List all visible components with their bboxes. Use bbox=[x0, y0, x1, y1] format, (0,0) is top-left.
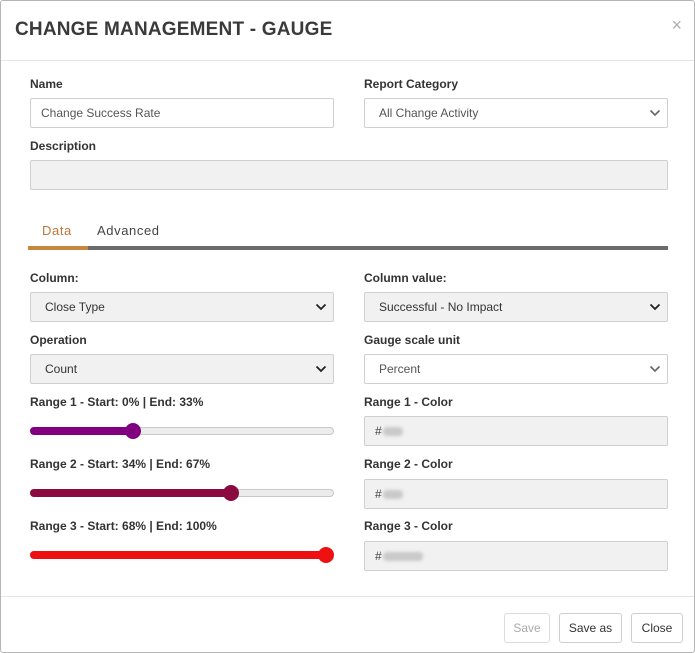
dialog-footer: Save Save as Close bbox=[1, 596, 694, 653]
gauge-scale-unit-label: Gauge scale unit bbox=[364, 333, 461, 347]
tab-active-indicator bbox=[28, 246, 88, 250]
report-category-label: Report Category bbox=[364, 77, 459, 91]
tab-bar: Data Advanced bbox=[28, 213, 668, 251]
tab-advanced[interactable]: Advanced bbox=[97, 223, 160, 238]
chevron-down-icon bbox=[649, 302, 661, 312]
operation-label: Operation bbox=[30, 333, 87, 347]
column-select[interactable]: Close Type bbox=[30, 292, 334, 322]
range-3-slider[interactable] bbox=[30, 545, 334, 565]
column-label: Column: bbox=[30, 271, 79, 285]
range-1-slider[interactable] bbox=[30, 421, 334, 441]
tab-divider bbox=[28, 246, 668, 250]
dialog-header: CHANGE MANAGEMENT - GAUGE × bbox=[1, 1, 694, 61]
name-label: Name bbox=[30, 77, 63, 91]
report-category-value: All Change Activity bbox=[379, 106, 479, 120]
slider-fill bbox=[30, 427, 136, 435]
redacted-value bbox=[382, 427, 403, 437]
range-2-label: Range 2 - Start: 34% | End: 67% bbox=[30, 457, 211, 471]
gauge-dialog: CHANGE MANAGEMENT - GAUGE × Name Change … bbox=[0, 0, 695, 653]
close-button[interactable]: Close bbox=[631, 613, 683, 643]
description-label: Description bbox=[30, 139, 97, 153]
close-icon[interactable]: × bbox=[671, 15, 682, 35]
redacted-value bbox=[382, 552, 423, 562]
slider-fill bbox=[30, 489, 233, 497]
chevron-down-icon bbox=[315, 302, 327, 312]
slider-fill bbox=[30, 551, 328, 559]
gauge-scale-unit-select[interactable]: Percent bbox=[364, 354, 668, 384]
operation-value: Count bbox=[45, 362, 78, 376]
range-1-color-hash: # bbox=[375, 424, 382, 438]
chevron-down-icon bbox=[649, 364, 661, 374]
chevron-down-icon bbox=[315, 364, 327, 374]
slider-thumb[interactable] bbox=[125, 423, 142, 439]
name-input[interactable]: Change Success Rate bbox=[30, 98, 334, 128]
range-2-color-label: Range 2 - Color bbox=[364, 457, 453, 471]
operation-select[interactable]: Count bbox=[30, 354, 334, 384]
column-value-select[interactable]: Successful - No Impact bbox=[364, 292, 668, 322]
dialog-title: CHANGE MANAGEMENT - GAUGE bbox=[15, 19, 333, 40]
save-as-button[interactable]: Save as bbox=[559, 613, 622, 643]
redacted-value bbox=[382, 490, 403, 500]
slider-thumb[interactable] bbox=[222, 485, 239, 501]
range-2-color-input[interactable]: # bbox=[364, 479, 668, 509]
column-value-value: Successful - No Impact bbox=[379, 300, 503, 314]
range-1-color-input[interactable]: # bbox=[364, 416, 668, 446]
save-button[interactable]: Save bbox=[504, 613, 550, 643]
range-3-color-input[interactable]: # bbox=[364, 541, 668, 571]
range-1-label: Range 1 - Start: 0% | End: 33% bbox=[30, 395, 204, 409]
name-input-value: Change Success Rate bbox=[41, 106, 161, 120]
description-input[interactable] bbox=[30, 160, 668, 190]
report-category-select[interactable]: All Change Activity bbox=[364, 98, 668, 128]
slider-thumb[interactable] bbox=[318, 547, 334, 563]
range-2-slider[interactable] bbox=[30, 483, 334, 503]
range-2-color-hash: # bbox=[375, 487, 382, 501]
gauge-scale-unit-value: Percent bbox=[379, 362, 421, 376]
column-value-label: Column value: bbox=[364, 271, 447, 285]
range-3-color-label: Range 3 - Color bbox=[364, 519, 453, 533]
range-1-color-label: Range 1 - Color bbox=[364, 395, 453, 409]
range-3-color-hash: # bbox=[375, 549, 382, 563]
column-value: Close Type bbox=[45, 300, 105, 314]
chevron-down-icon bbox=[649, 108, 661, 118]
tab-data[interactable]: Data bbox=[42, 223, 72, 238]
range-3-label: Range 3 - Start: 68% | End: 100% bbox=[30, 519, 217, 533]
